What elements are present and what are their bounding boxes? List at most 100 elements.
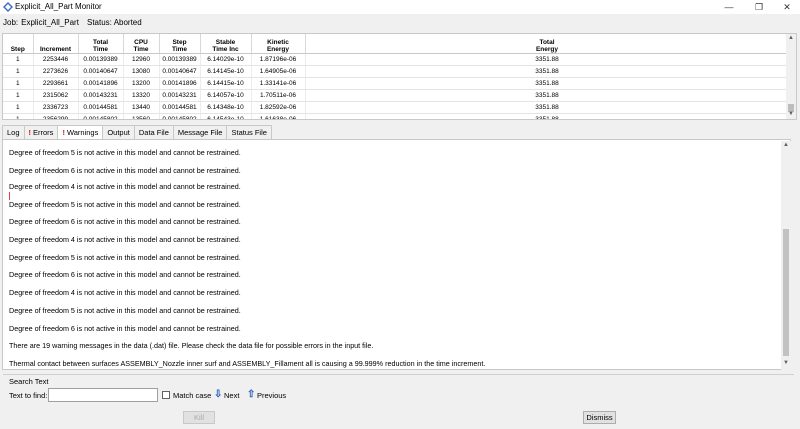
message-line: There are 19 warning messages in the dat… [9,341,374,350]
table-cell: 6.14348e-10 [200,101,252,114]
close-button[interactable]: ✕ [774,0,800,14]
tab-label: Message File [177,128,223,137]
table-cell: 6.14057e-10 [200,89,252,102]
message-line: Degree of freedom 4 is not active in thi… [9,235,241,244]
tab-message-file[interactable]: Message File [172,125,228,139]
progress-table-panel: Step Increment Total Time CPU Time Step Time Sta… [2,33,797,120]
message-line: Degree of freedom 6 is not active in thi… [9,270,241,279]
column-header[interactable]: Kinetic Energy [251,34,306,54]
table-scrollbar[interactable]: ▲ ▼ [786,34,796,119]
abaqus-app-icon [3,2,13,12]
kill-button[interactable]: Kill [183,411,215,424]
table-cell: 13440 [123,101,160,114]
text-cursor [9,192,10,200]
warnings-text-area[interactable]: Degree of freedom 5 is not active in thi… [2,139,791,370]
table-row[interactable]: 1 2273626 0.00140647 13080 0.00140647 6.14145… [3,65,790,78]
table-cell: 13080 [123,65,160,78]
column-header[interactable]: Stable Time Inc [200,34,252,54]
tab-label: Errors [33,128,54,137]
search-group-title: Search Text [9,377,49,386]
column-header[interactable]: Increment [33,34,79,54]
table-header-row: Step Increment Total Time CPU Time Step Time Sta… [3,34,790,54]
scroll-down-arrow-icon[interactable]: ▼ [783,360,789,366]
message-line: Degree of freedom 5 is not active in thi… [9,306,241,315]
tab-status-file[interactable]: Status File [226,125,272,139]
table-cell: 0.00143231 [78,89,124,102]
column-header-label: Kinetic [267,38,289,46]
status-value: Aborted [113,18,142,27]
table-cell: 2293661 [33,77,79,90]
table-cell: 1.87196e-06 [251,53,306,66]
tab-label: Data File [138,128,169,137]
tab-label: Warnings [66,128,99,137]
table-row[interactable]: 1 2315062 0.00143231 13320 0.00143231 6.14057… [3,89,790,102]
table-row[interactable]: 1 2253446 0.00139389 12960 0.00139389 6.14029… [3,53,790,66]
message-line: Degree of freedom 4 is not active in thi… [9,182,241,191]
column-header-label: CPU [134,38,148,46]
dismiss-button[interactable]: Dismiss [583,411,616,424]
table-cell: 1.64905e-06 [251,65,306,78]
tab-log[interactable]: Log [2,125,25,139]
table-cell: 1 [3,53,34,66]
table-body: 1 2253446 0.00139389 12960 0.00139389 6.14029… [3,53,790,119]
table-cell: 13200 [123,77,160,90]
scroll-down-arrow-icon[interactable]: ▼ [788,111,794,117]
table-cell: 3351.88 [305,53,790,66]
column-header[interactable]: Total Time [78,34,124,54]
table-cell: 0.00143231 [159,89,201,102]
column-header-label: Step [172,38,187,46]
table-cell: 0.00139389 [78,53,124,66]
table-cell: 13320 [123,89,160,102]
scroll-thumb[interactable] [783,229,789,356]
tab-warnings[interactable]: ! Warnings [57,125,104,140]
message-tabs: Log! Errors! Warnings Output Data File Messag… [2,125,272,140]
table-cell: 2315062 [33,89,79,102]
tab-errors[interactable]: ! Errors [23,125,59,139]
title-bar: Explicit_All_Part Monitor — ❐ ✕ [0,0,800,14]
arrow-up-icon[interactable]: ⇧ [247,389,255,400]
table-cell: 1 [3,101,34,114]
tab-data-file[interactable]: Data File [133,125,174,139]
match-case-checkbox[interactable] [162,391,170,399]
table-cell: 3351.88 [305,113,790,119]
messages-scrollbar[interactable]: ▲ ▼ [781,141,791,370]
table-cell: 1.70511e-06 [251,89,306,102]
table-row[interactable]: 1 2356299 0.00145802 13560 0.00145802 6.14543… [3,113,790,119]
find-input[interactable] [48,388,158,402]
table-cell: 6.14543e-10 [200,113,252,119]
next-button[interactable]: Next [224,391,239,400]
column-header-label: Total [92,38,109,46]
find-label: Text to find: [9,391,48,400]
column-header-label: Time [92,45,109,53]
match-case-label[interactable]: Match case [173,391,211,400]
table-cell: 1 [3,77,34,90]
column-header[interactable]: CPU Time [123,34,160,54]
table-cell: 3351.88 [305,89,790,102]
arrow-down-icon[interactable]: ⇩ [214,389,222,400]
maximize-button[interactable]: ❐ [746,0,772,14]
minimize-button[interactable]: — [716,0,742,14]
column-header-label: Time Inc [212,45,239,53]
table-cell: 3351.88 [305,101,790,114]
previous-button[interactable]: Previous [257,391,286,400]
column-header[interactable]: Total Energy [305,34,790,54]
column-header[interactable]: Step Time [159,34,201,54]
table-cell: 0.00141896 [78,77,124,90]
message-line: Thermal contact between surfaces ASSEMBL… [9,359,486,368]
message-line: Degree of freedom 5 is not active in thi… [9,200,241,209]
scroll-up-arrow-icon[interactable]: ▲ [783,142,789,148]
column-header-label: Energy [266,45,290,53]
table-cell: 2253446 [33,53,79,66]
search-text-group: Search Text Text to find: Match case ⇩ N… [3,374,794,405]
status-label: Status: [87,18,112,27]
table-row[interactable]: 1 2336723 0.00144581 13440 0.00144581 6.14348… [3,101,790,114]
message-line: Degree of freedom 4 is not active in thi… [9,288,241,297]
tab-output[interactable]: Output [102,125,135,139]
scroll-up-arrow-icon[interactable]: ▲ [788,35,794,41]
column-header-label: Total [539,38,555,46]
column-header[interactable]: Step [3,34,34,54]
table-row[interactable]: 1 2293661 0.00141896 13200 0.00141896 6.14415… [3,77,790,90]
table-cell: 0.00140647 [159,65,201,78]
table-cell: 1 [3,89,34,102]
table-cell: 6.14415e-10 [200,77,252,90]
